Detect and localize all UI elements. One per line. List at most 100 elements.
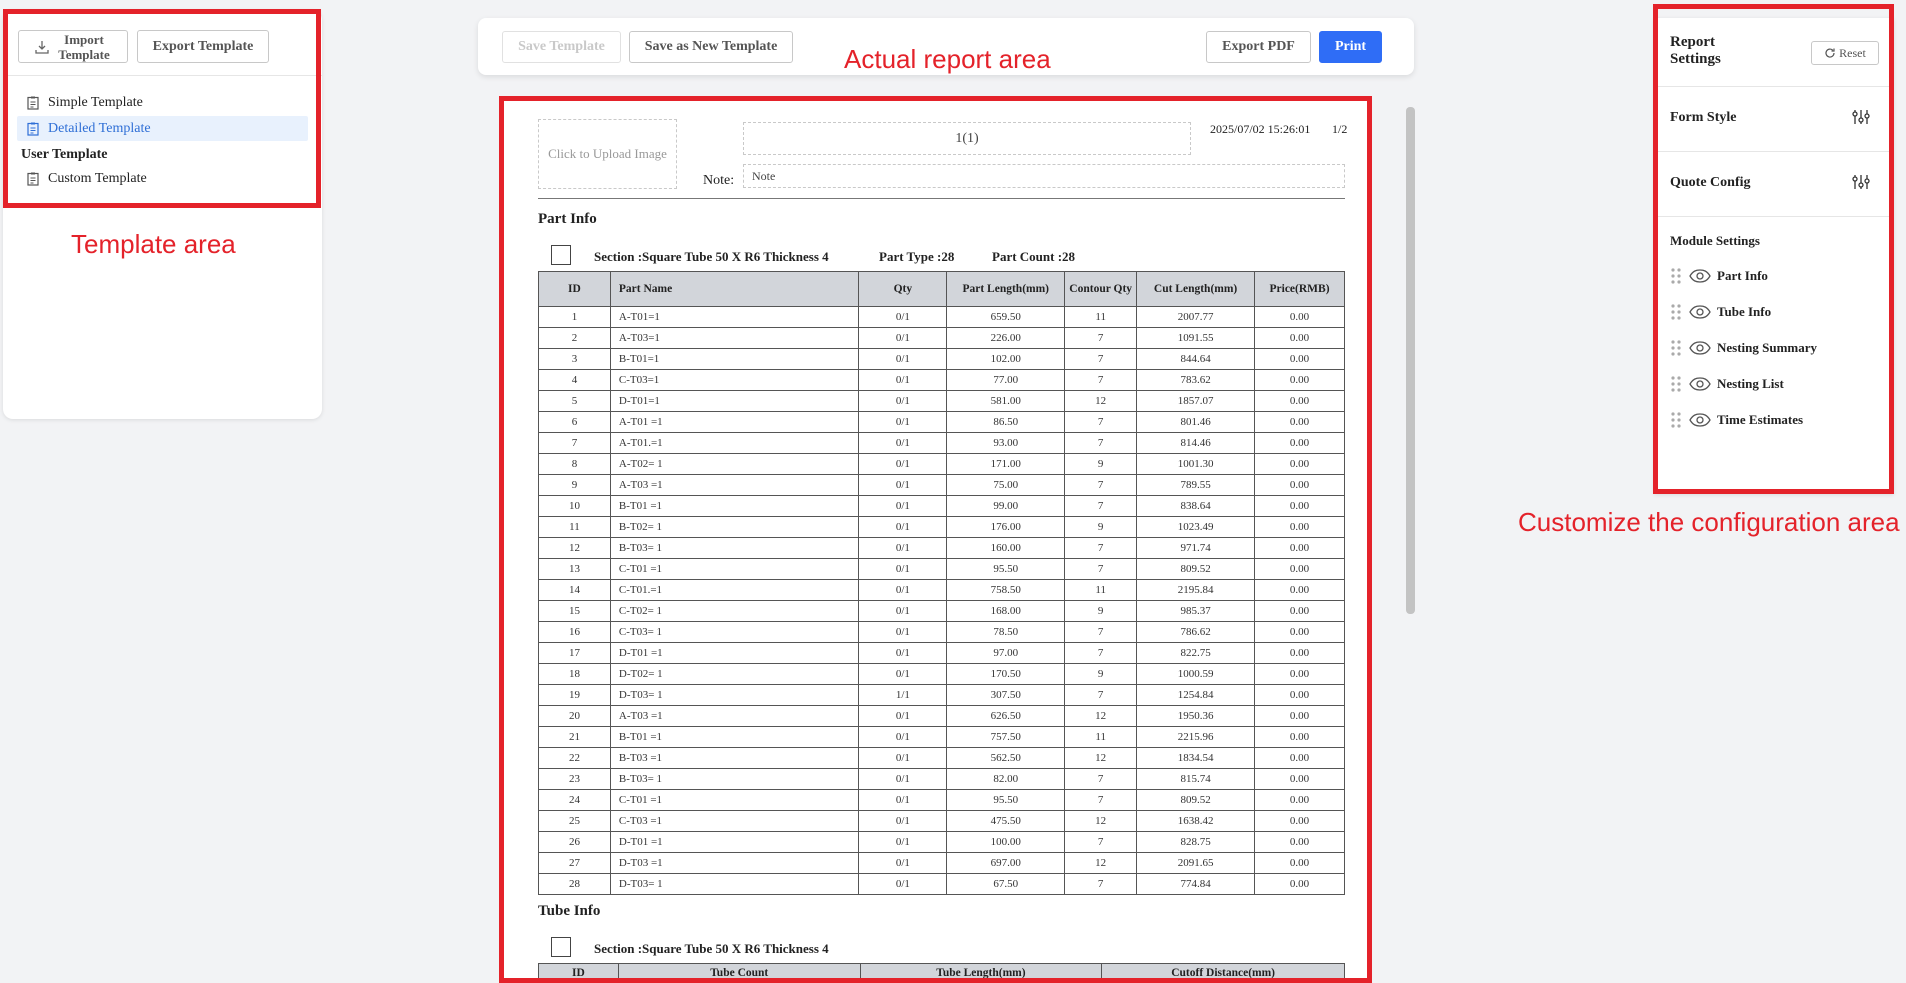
tube-section-label: Section :Square Tube 50 X R6 Thickness 4: [594, 941, 829, 956]
eye-icon[interactable]: [1689, 269, 1711, 283]
import-template-button[interactable]: Import Template: [18, 30, 128, 63]
table-cell: 11: [1064, 306, 1138, 328]
part-type-label: Part Type :28: [879, 249, 955, 264]
sliders-icon[interactable]: [1852, 174, 1870, 190]
eye-icon[interactable]: [1689, 305, 1711, 319]
table-cell: 828.75: [1136, 831, 1256, 853]
save-as-new-template-button[interactable]: Save as New Template: [629, 31, 793, 63]
form-style-row[interactable]: Form Style: [1654, 87, 1894, 152]
column-header: Cutoff Distance(mm): [1101, 963, 1345, 983]
table-cell: 16: [538, 621, 611, 643]
table-cell: 0/1: [858, 516, 948, 538]
export-pdf-button[interactable]: Export PDF: [1206, 31, 1311, 63]
table-cell: 0/1: [858, 474, 948, 496]
user-template-heading: User Template: [21, 147, 108, 162]
table-cell: 0.00: [1254, 600, 1345, 622]
quote-config-row[interactable]: Quote Config: [1654, 152, 1894, 217]
table-row: 15 C-T02= 1 0/1 168.00 9 985.37 0.00: [538, 600, 1345, 622]
table-cell: 822.75: [1136, 642, 1256, 664]
table-cell: 0/1: [858, 348, 948, 370]
eye-icon[interactable]: [1689, 341, 1711, 355]
note-field[interactable]: Note: [743, 164, 1345, 188]
part-info-checkbox[interactable]: [551, 245, 571, 265]
table-cell: 7: [1064, 684, 1138, 706]
table-row: 3 B-T01=1 0/1 102.00 7 844.64 0.00: [538, 348, 1345, 370]
module-item-nesting-list[interactable]: Nesting List: [1654, 366, 1894, 402]
table-cell: 801.46: [1136, 411, 1256, 433]
table-row: 13 C-T01 =1 0/1 95.50 7 809.52 0.00: [538, 558, 1345, 580]
table-cell: 82.00: [946, 768, 1066, 790]
save-template-button[interactable]: Save Template: [502, 31, 621, 63]
table-cell: 1: [538, 306, 611, 328]
table-row: 12 B-T03= 1 0/1 160.00 7 971.74 0.00: [538, 537, 1345, 559]
table-cell: 12: [538, 537, 611, 559]
table-cell: 67.50: [946, 873, 1066, 895]
table-cell: 1091.55: [1136, 327, 1256, 349]
table-cell: 24: [538, 789, 611, 811]
table-cell: 2091.65: [1136, 852, 1256, 874]
table-cell: C-T02= 1: [609, 600, 860, 622]
module-item-tube-info[interactable]: Tube Info: [1654, 294, 1894, 330]
settings-title: Report Settings: [1670, 34, 1721, 67]
column-header: Cut Length(mm): [1136, 271, 1256, 307]
table-cell: 93.00: [946, 432, 1066, 454]
table-row: 21 B-T01 =1 0/1 757.50 11 2215.96 0.00: [538, 726, 1345, 748]
table-cell: 0.00: [1254, 495, 1345, 517]
table-cell: 0.00: [1254, 663, 1345, 685]
upload-image-box[interactable]: Click to Upload Image: [538, 119, 677, 189]
table-cell: 20: [538, 705, 611, 727]
table-row: 10 B-T01 =1 0/1 99.00 7 838.64 0.00: [538, 495, 1345, 517]
drag-handle-icon[interactable]: [1671, 339, 1681, 357]
report-title-field[interactable]: 1(1): [743, 122, 1191, 155]
table-cell: 8: [538, 453, 611, 475]
reset-button[interactable]: Reset: [1811, 41, 1879, 65]
table-cell: 7: [1064, 432, 1138, 454]
table-cell: 1857.07: [1136, 390, 1256, 412]
column-header: Tube Count: [617, 963, 861, 983]
table-cell: 6: [538, 411, 611, 433]
table-cell: 0.00: [1254, 642, 1345, 664]
document-icon: [27, 96, 39, 110]
table-cell: 9: [538, 474, 611, 496]
print-button[interactable]: Print: [1319, 31, 1382, 63]
table-row: 19 D-T03= 1 1/1 307.50 7 1254.84 0.00: [538, 684, 1345, 706]
part-count-label: Part Count :28: [992, 249, 1076, 264]
module-item-time-estimates[interactable]: Time Estimates: [1654, 402, 1894, 438]
table-cell: C-T03= 1: [609, 621, 860, 643]
table-cell: 786.62: [1136, 621, 1256, 643]
template-item-detailed[interactable]: Detailed Template: [17, 116, 308, 141]
table-cell: 226.00: [946, 327, 1066, 349]
table-cell: 0.00: [1254, 768, 1345, 790]
table-cell: 12: [1064, 810, 1138, 832]
eye-icon[interactable]: [1689, 413, 1711, 427]
table-row: 16 C-T03= 1 0/1 78.50 7 786.62 0.00: [538, 621, 1345, 643]
report-scrollbar[interactable]: [1406, 107, 1415, 614]
column-header: ID: [538, 271, 611, 307]
template-actions: Import Template Export Template: [3, 10, 322, 76]
table-cell: 0/1: [858, 621, 948, 643]
drag-handle-icon[interactable]: [1671, 411, 1681, 429]
sliders-icon[interactable]: [1852, 109, 1870, 125]
table-cell: 95.50: [946, 789, 1066, 811]
drag-handle-icon[interactable]: [1671, 375, 1681, 393]
table-cell: A-T01.=1: [609, 432, 860, 454]
table-cell: 7: [1064, 537, 1138, 559]
template-item-custom[interactable]: Custom Template: [17, 166, 308, 191]
table-cell: 789.55: [1136, 474, 1256, 496]
table-cell: 0.00: [1254, 705, 1345, 727]
table-cell: 0/1: [858, 453, 948, 475]
module-item-part-info[interactable]: Part Info: [1654, 258, 1894, 294]
eye-icon[interactable]: [1689, 377, 1711, 391]
table-cell: 0/1: [858, 642, 948, 664]
table-cell: 0/1: [858, 810, 948, 832]
table-cell: 7: [1064, 831, 1138, 853]
export-template-button[interactable]: Export Template: [137, 30, 269, 63]
drag-handle-icon[interactable]: [1671, 267, 1681, 285]
template-item-simple[interactable]: Simple Template: [17, 90, 308, 115]
drag-handle-icon[interactable]: [1671, 303, 1681, 321]
module-label: Time Estimates: [1717, 412, 1804, 427]
table-row: 1 A-T01=1 0/1 659.50 11 2007.77 0.00: [538, 306, 1345, 328]
table-cell: D-T03= 1: [609, 684, 860, 706]
tube-info-checkbox[interactable]: [551, 937, 571, 957]
module-item-nesting-summary[interactable]: Nesting Summary: [1654, 330, 1894, 366]
